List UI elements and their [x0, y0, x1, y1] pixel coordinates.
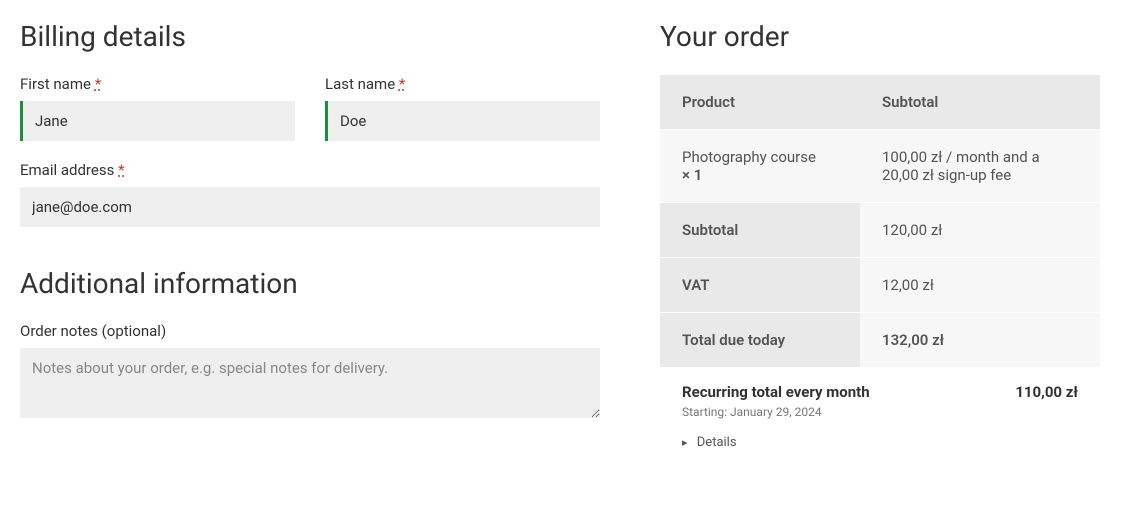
order-heading: Your order — [660, 20, 1100, 53]
recurring-label-text: Recurring total every month — [682, 383, 870, 401]
email-input[interactable] — [20, 187, 600, 227]
required-asterisk: * — [95, 75, 101, 93]
recurring-total-row: Recurring total every month 110,00 zł St… — [660, 367, 1100, 429]
product-subtotal: 100,00 zł / month and a 20,00 zł sign-up… — [860, 130, 1100, 203]
order-notes-label: Order notes (optional) — [20, 322, 600, 340]
order-notes-input[interactable] — [20, 348, 600, 418]
last-name-input[interactable] — [325, 101, 600, 141]
product-column-header: Product — [660, 75, 860, 130]
vat-value: 12,00 zł — [860, 258, 1100, 313]
details-label: Details — [697, 435, 737, 450]
required-asterisk: * — [118, 161, 124, 179]
product-qty: × 1 — [682, 166, 702, 184]
subtotal-label: Subtotal — [660, 203, 860, 258]
last-name-label-text: Last name — [325, 75, 395, 93]
first-name-label-text: First name — [20, 75, 91, 93]
email-label-text: Email address — [20, 161, 114, 179]
last-name-label: Last name * — [325, 75, 600, 93]
recurring-starting: Starting: January 29, 2024 — [682, 405, 1078, 419]
order-item-row: Photography course × 1 100,00 zł / month… — [660, 130, 1100, 203]
vat-label: VAT — [660, 258, 860, 313]
first-name-label: First name * — [20, 75, 295, 93]
order-table: Product Subtotal Photography course × 1 … — [660, 75, 1100, 367]
recurring-amount: 110,00 zł — [1015, 383, 1078, 401]
required-asterisk: * — [399, 75, 405, 93]
email-label: Email address * — [20, 161, 600, 179]
additional-heading: Additional information — [20, 267, 600, 300]
billing-heading: Billing details — [20, 20, 600, 53]
total-label: Total due today — [660, 313, 860, 368]
subtotal-column-header: Subtotal — [860, 75, 1100, 130]
details-toggle[interactable]: Details — [660, 429, 1100, 464]
first-name-input[interactable] — [20, 101, 295, 141]
product-name: Photography course — [682, 148, 816, 166]
total-value: 132,00 zł — [860, 313, 1100, 368]
subtotal-value: 120,00 zł — [860, 203, 1100, 258]
